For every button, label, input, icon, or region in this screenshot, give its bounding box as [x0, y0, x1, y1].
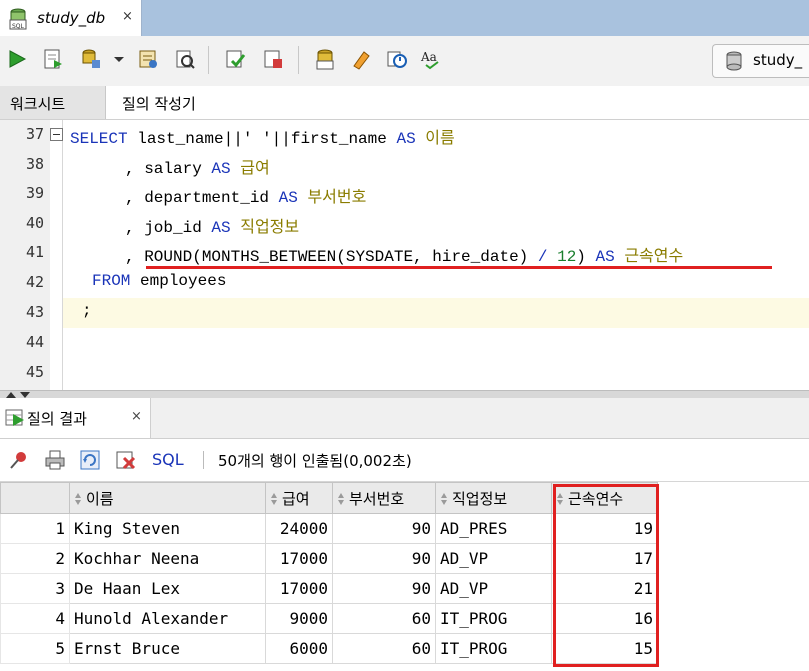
- annotation-underline: [146, 266, 772, 269]
- run-script-icon[interactable]: [42, 48, 64, 70]
- column-header-salary[interactable]: 급여: [265, 482, 333, 514]
- tab-study-db[interactable]: SQL study_db ×: [0, 0, 142, 36]
- sql-link[interactable]: SQL: [152, 450, 184, 469]
- row-number[interactable]: 2: [0, 543, 70, 574]
- sql-worksheet-icon: SQL: [9, 8, 27, 30]
- row-number-header: [0, 482, 70, 514]
- code-line-40: , job_id AS 직업정보: [125, 219, 300, 237]
- cancel-query-icon[interactable]: [115, 449, 137, 471]
- connection-selector[interactable]: study_: [712, 44, 809, 78]
- svg-text:SQL: SQL: [12, 23, 25, 30]
- rollback-icon[interactable]: [262, 48, 284, 70]
- autotrace-icon[interactable]: [80, 48, 102, 70]
- row-number[interactable]: 1: [0, 513, 70, 544]
- tab-query-result[interactable]: 질의 결과 ×: [0, 398, 151, 438]
- sort-icon[interactable]: [337, 492, 345, 505]
- row-number[interactable]: 4: [0, 603, 70, 634]
- close-tab-icon[interactable]: ×: [131, 409, 142, 424]
- cell-salary[interactable]: 17000: [265, 543, 333, 574]
- column-header-name[interactable]: 이름: [69, 482, 266, 514]
- tab-worksheet[interactable]: 워크시트: [0, 86, 106, 119]
- close-tab-icon[interactable]: ×: [122, 9, 133, 24]
- line-number: 39: [25, 184, 44, 202]
- current-line-highlight: [63, 298, 809, 328]
- line-number: 40: [25, 214, 44, 232]
- cell-dept[interactable]: 90: [332, 543, 436, 574]
- svg-text:Aa: Aa: [420, 50, 437, 64]
- tab-query-builder[interactable]: 질의 작성기: [122, 93, 196, 114]
- sort-icon[interactable]: [440, 492, 448, 505]
- cell-salary[interactable]: 17000: [265, 573, 333, 604]
- dropdown-icon[interactable]: [112, 48, 126, 70]
- results-toolbar: SQL 50개의 행이 인출됨(0,002초): [0, 439, 809, 482]
- sort-icon[interactable]: [270, 492, 278, 505]
- code-line-42: FROM employees: [92, 272, 227, 290]
- code-line-38: , salary AS 급여: [125, 160, 270, 178]
- cell-name[interactable]: King Steven: [69, 513, 266, 544]
- line-number: 37: [25, 125, 44, 143]
- sort-icon[interactable]: [74, 492, 82, 505]
- code-line-39: , department_id AS 부서번호: [125, 189, 367, 207]
- commit-icon[interactable]: [224, 48, 246, 70]
- cell-name[interactable]: Kochhar Neena: [69, 543, 266, 574]
- line-number: 45: [25, 363, 44, 381]
- cell-dept[interactable]: 60: [332, 603, 436, 634]
- row-number[interactable]: 5: [0, 633, 70, 664]
- history-icon[interactable]: [386, 48, 408, 70]
- line-number: 44: [25, 333, 44, 351]
- explain-plan-icon[interactable]: [137, 48, 159, 70]
- code-line-41: , ROUND(MONTHS_BETWEEN(SYSDATE, hire_dat…: [125, 248, 684, 266]
- highlight-box: [553, 484, 659, 667]
- tab-title: study_db: [37, 9, 106, 27]
- line-number: 42: [25, 273, 44, 291]
- code-line-37: SELECT last_name||' '||first_name AS 이름: [70, 130, 455, 148]
- cell-dept[interactable]: 60: [332, 633, 436, 664]
- cell-job[interactable]: IT_PROG: [435, 633, 552, 664]
- cell-salary[interactable]: 9000: [265, 603, 333, 634]
- sql-tuning-icon[interactable]: [174, 48, 196, 70]
- tab-worksheet-label: 워크시트: [10, 95, 66, 113]
- collapse-icon[interactable]: [50, 128, 63, 141]
- format-icon[interactable]: Aa: [420, 48, 442, 70]
- column-header-dept[interactable]: 부서번호: [332, 482, 436, 514]
- print-icon[interactable]: [44, 449, 66, 471]
- query-result-icon: [5, 409, 24, 426]
- run-statement-icon[interactable]: [6, 48, 28, 70]
- refresh-icon[interactable]: [79, 449, 101, 471]
- cell-job[interactable]: AD_PRES: [435, 513, 552, 544]
- worksheet-toolbar: Aa: [0, 36, 809, 87]
- cell-name[interactable]: De Haan Lex: [69, 573, 266, 604]
- line-number: 38: [25, 155, 44, 173]
- editor-subtabs: 워크시트 질의 작성기: [0, 86, 809, 120]
- unshared-sql-icon[interactable]: [314, 48, 336, 70]
- cell-job[interactable]: AD_VP: [435, 543, 552, 574]
- cell-job[interactable]: AD_VP: [435, 573, 552, 604]
- cell-salary[interactable]: 24000: [265, 513, 333, 544]
- cell-name[interactable]: Ernst Bruce: [69, 633, 266, 664]
- cell-dept[interactable]: 90: [332, 513, 436, 544]
- tab-label: 질의 결과: [27, 410, 87, 428]
- column-header-job[interactable]: 직업정보: [435, 482, 552, 514]
- cell-job[interactable]: IT_PROG: [435, 603, 552, 634]
- line-number: 41: [25, 243, 44, 261]
- fetch-status: 50개의 행이 인출됨(0,002초): [218, 452, 412, 470]
- connection-label: study_: [753, 51, 803, 69]
- pin-icon[interactable]: [8, 449, 30, 471]
- code-line-43: ;: [82, 302, 92, 320]
- line-number: 43: [25, 303, 44, 321]
- clear-icon[interactable]: [350, 48, 372, 70]
- cell-dept[interactable]: 90: [332, 573, 436, 604]
- cell-salary[interactable]: 6000: [265, 633, 333, 664]
- cell-name[interactable]: Hunold Alexander: [69, 603, 266, 634]
- database-icon: [726, 51, 742, 71]
- row-number[interactable]: 3: [0, 573, 70, 604]
